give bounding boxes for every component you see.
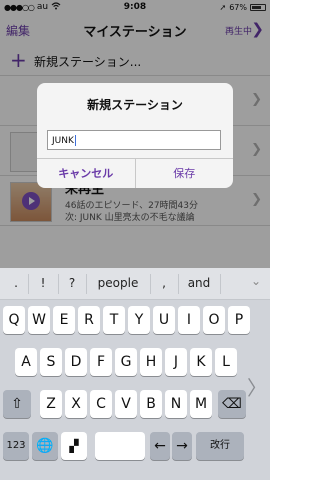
divider [178, 274, 179, 294]
key-o[interactable]: O [203, 306, 225, 334]
key-d[interactable]: D [65, 348, 87, 376]
key-w[interactable]: W [28, 306, 50, 334]
key-f[interactable]: F [90, 348, 112, 376]
key-p[interactable]: P [228, 306, 250, 334]
numbers-key[interactable]: 123 [3, 432, 29, 460]
suggestion[interactable]: and [180, 276, 218, 290]
cancel-button[interactable]: キャンセル [37, 159, 136, 188]
globe-key[interactable]: 🌐 [32, 432, 58, 460]
key-j[interactable]: J [165, 348, 187, 376]
station-name-input[interactable]: JUNK [47, 130, 221, 150]
key-y[interactable]: Y [128, 306, 150, 334]
key-c[interactable]: C [90, 390, 112, 418]
key-x[interactable]: X [65, 390, 87, 418]
chevron-down-icon[interactable]: ⌄ [246, 274, 266, 294]
shift-icon: ⇧ [11, 396, 23, 412]
chevron-right-icon[interactable]: 〉 [247, 372, 267, 401]
divider [150, 274, 151, 294]
suggestion[interactable]: ! [30, 276, 56, 290]
key-n[interactable]: N [165, 390, 187, 418]
dictionary-key[interactable]: ▞ [61, 432, 87, 460]
left-arrow-key[interactable]: ← [150, 432, 170, 460]
shift-key[interactable]: ⇧ [3, 390, 31, 418]
input-value: JUNK [52, 136, 74, 146]
key-r[interactable]: R [78, 306, 100, 334]
key-g[interactable]: G [115, 348, 137, 376]
key-k[interactable]: K [190, 348, 212, 376]
space-key[interactable] [95, 432, 145, 460]
suggestion[interactable]: . [6, 276, 26, 290]
text-caret [74, 135, 76, 146]
return-key[interactable]: 改行 [196, 432, 244, 460]
globe-icon: 🌐 [36, 438, 54, 454]
divider [86, 274, 87, 294]
new-station-dialog: 新規ステーション JUNK キャンセル 保存 [37, 83, 233, 188]
key-s[interactable]: S [40, 348, 62, 376]
dialog-title: 新規ステーション [87, 98, 183, 112]
suggestion-bar: . ! ? people , and ⌄ [0, 268, 270, 300]
key-u[interactable]: U [153, 306, 175, 334]
key-l[interactable]: L [215, 348, 237, 376]
right-arrow-key[interactable]: → [172, 432, 192, 460]
key-i[interactable]: I [178, 306, 200, 334]
key-z[interactable]: Z [40, 390, 62, 418]
backspace-icon: ⌫ [222, 396, 242, 412]
suggestion[interactable]: , [152, 276, 176, 290]
key-q[interactable]: Q [3, 306, 25, 334]
suggestion[interactable]: people [88, 276, 148, 290]
delete-key[interactable]: ⌫ [218, 390, 246, 418]
key-h[interactable]: H [140, 348, 162, 376]
key-a[interactable]: A [15, 348, 37, 376]
arrow-left-icon: ← [154, 438, 166, 454]
suggestion[interactable]: ? [60, 276, 84, 290]
key-b[interactable]: B [140, 390, 162, 418]
divider [28, 274, 29, 294]
key-e[interactable]: E [53, 306, 75, 334]
save-button[interactable]: 保存 [136, 159, 234, 188]
divider [220, 274, 221, 294]
key-t[interactable]: T [103, 306, 125, 334]
key-m[interactable]: M [190, 390, 212, 418]
keyboard: . ! ? people , and ⌄ Q W E R T Y U I O P… [0, 268, 270, 480]
divider [58, 274, 59, 294]
key-v[interactable]: V [115, 390, 137, 418]
arrow-right-icon: → [176, 438, 188, 454]
dictionary-icon: ▞ [69, 439, 79, 453]
